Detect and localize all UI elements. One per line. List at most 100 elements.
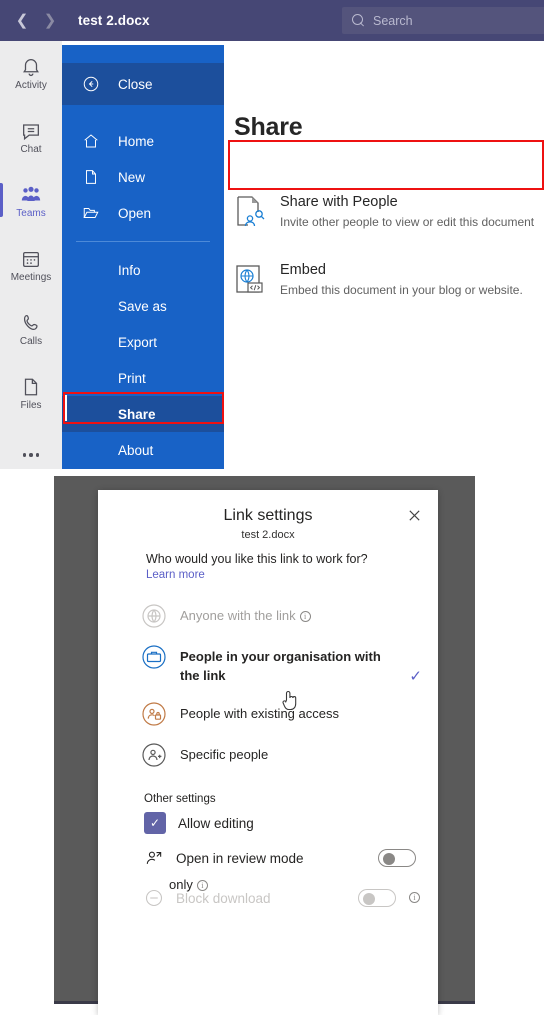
backstage-item-save-as[interactable]: Save as <box>62 288 224 324</box>
option-title: Embed <box>280 262 326 278</box>
sidebar-item-teams[interactable]: Teams <box>0 169 62 233</box>
close-label: Close <box>118 76 153 92</box>
nav-arrows: ❮ ❯ <box>8 7 64 35</box>
new-file-icon <box>86 170 96 184</box>
more-dots-icon <box>22 453 40 457</box>
backstage-item-share[interactable]: Share <box>62 396 224 432</box>
share-person-doc-icon <box>237 196 265 227</box>
review-person-icon <box>146 851 162 864</box>
backstage-item-label: Open <box>118 205 152 221</box>
backstage-item-info[interactable]: Info <box>62 252 224 288</box>
block-download-toggle <box>358 889 396 907</box>
link-settings-dialog: Link settings test 2.docx Who would you … <box>98 490 438 1015</box>
backstage-item-new[interactable]: New <box>62 159 224 195</box>
block-download-info-icon[interactable]: i <box>409 892 420 903</box>
sidebar-item-files[interactable]: Files <box>0 361 62 425</box>
audience-option-anyone[interactable]: Anyone with the link i <box>142 604 402 628</box>
block-download-label: Block download <box>176 890 271 906</box>
close-icon[interactable] <box>403 504 425 526</box>
forward-icon[interactable]: ❯ <box>36 7 64 35</box>
teams-people-icon <box>21 186 41 201</box>
dialog-subtitle: test 2.docx <box>241 529 295 541</box>
audience-option-label: People with existing access <box>180 706 339 721</box>
review-mode-row[interactable]: Open in review mode <box>144 848 434 868</box>
person-add-icon <box>142 743 166 767</box>
info-icon[interactable]: i <box>196 880 208 891</box>
close-backstage-button[interactable]: Close <box>62 63 224 105</box>
sidebar-item-label: Chat <box>20 143 42 155</box>
learn-more-link[interactable]: Learn more <box>146 569 205 581</box>
backstage-menu: Close Home New Open Info Save as Export … <box>62 45 224 469</box>
sidebar-item-more[interactable] <box>0 425 62 485</box>
option-subtitle: Embed this document in your blog or webs… <box>280 283 523 297</box>
open-folder-icon <box>83 208 99 218</box>
audience-option-existing-access[interactable]: People with existing access <box>142 702 402 726</box>
search-input[interactable]: Search <box>342 7 544 34</box>
option-title: Share with People <box>280 194 398 210</box>
sidebar-item-calls[interactable]: Calls <box>0 297 62 361</box>
document-title: test 2.docx <box>78 13 150 28</box>
other-settings-heading: Other settings <box>144 793 216 805</box>
share-selection-bar <box>64 395 67 421</box>
share-pane: Share Share with People Invite other peo… <box>224 45 544 469</box>
toggle-knob <box>383 853 395 865</box>
briefcase-icon <box>142 645 166 669</box>
block-circle-icon <box>145 889 163 907</box>
backstage-item-label: Share <box>118 406 156 422</box>
home-icon <box>84 134 98 148</box>
backstage-item-print[interactable]: Print <box>62 360 224 396</box>
search-icon <box>352 14 365 27</box>
sidebar-item-activity[interactable]: Activity <box>0 41 62 105</box>
embed-globe-code-icon <box>236 265 263 293</box>
mouse-cursor <box>282 691 297 711</box>
audience-option-organisation[interactable]: People in your organisation with the lin… <box>142 645 422 685</box>
audience-option-specific-people[interactable]: Specific people <box>142 743 402 767</box>
share-with-people-option[interactable]: Share with People Invite other people to… <box>234 193 534 231</box>
backstage-item-export[interactable]: Export <box>62 324 224 360</box>
allow-editing-row[interactable]: ✓ Allow editing <box>144 812 434 834</box>
toggle-knob <box>363 893 375 905</box>
review-mode-label: Open in review mode <box>176 850 304 866</box>
bell-icon <box>23 58 39 76</box>
overlapping-only-text: only i <box>169 877 208 892</box>
sidebar-item-label: Teams <box>16 207 46 219</box>
people-lock-icon <box>142 702 166 726</box>
page-title: Share <box>234 113 303 141</box>
backstage-item-label: Save as <box>118 298 167 314</box>
audience-option-label: People in your organisation with the lin… <box>180 649 381 683</box>
sidebar-item-label: Calls <box>19 335 43 347</box>
sidebar-item-label: Meetings <box>10 271 52 283</box>
sidebar-item-meetings[interactable]: Meetings <box>0 233 62 297</box>
selected-check-icon: ✓ <box>409 668 422 685</box>
phone-icon <box>23 314 38 330</box>
globe-icon <box>142 604 166 628</box>
allow-editing-checkbox[interactable]: ✓ <box>144 812 166 834</box>
back-circle-icon <box>83 76 99 92</box>
review-mode-toggle[interactable] <box>378 849 416 867</box>
backstage-item-label: Export <box>118 334 158 350</box>
dialog-question: Who would you like this link to work for… <box>146 552 368 566</box>
backstage-item-home[interactable]: Home <box>62 123 224 159</box>
backstage-item-label: New <box>118 169 146 185</box>
allow-editing-label: Allow editing <box>178 815 254 831</box>
sidebar-item-label: Activity <box>15 79 47 91</box>
option-subtitle: Invite other people to view or edit this… <box>280 215 535 229</box>
backstage-item-label: Print <box>118 370 146 386</box>
backstage-item-about[interactable]: About <box>62 432 224 468</box>
backstage-item-label: About <box>118 442 154 458</box>
file-icon <box>24 378 38 395</box>
chat-icon <box>23 123 39 140</box>
app-window: ❮ ❯ test 2.docx Search Activity Chat Tea… <box>0 0 544 1015</box>
backstage-item-open[interactable]: Open <box>62 195 224 231</box>
embed-option[interactable]: Embed Embed this document in your blog o… <box>234 261 523 299</box>
sidebar-item-label: Files <box>20 399 42 411</box>
back-icon[interactable]: ❮ <box>8 7 36 35</box>
info-icon[interactable]: i <box>299 611 311 622</box>
dialog-title: Link settings <box>223 507 313 524</box>
search-placeholder: Search <box>373 13 413 28</box>
audience-option-label: Specific people <box>180 747 269 762</box>
sidebar-item-chat[interactable]: Chat <box>0 105 62 169</box>
title-bar: ❮ ❯ test 2.docx Search <box>0 0 544 41</box>
calendar-icon <box>23 251 39 267</box>
app-rail: Activity Chat Teams Meetings Calls Files <box>0 41 62 469</box>
